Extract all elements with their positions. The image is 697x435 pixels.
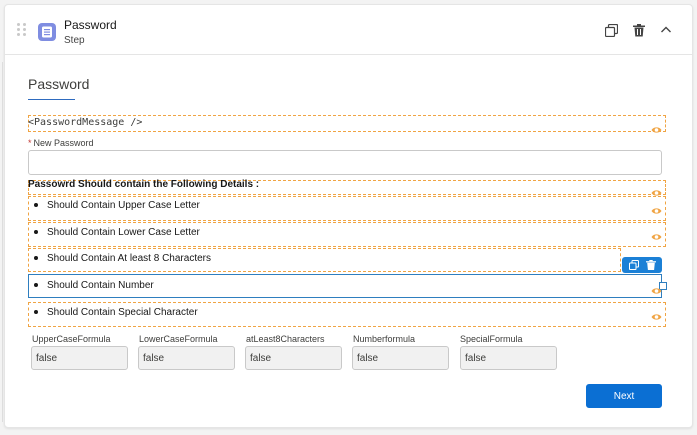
bullet-dot-icon	[34, 255, 38, 260]
bullet-dot-icon	[34, 229, 38, 234]
bullet-text: Should Contain Special Character	[47, 307, 198, 318]
formula-field-lowercase[interactable]	[138, 346, 235, 370]
bullet-special: Should Contain Special Character	[28, 307, 198, 318]
eye-icon[interactable]	[651, 207, 662, 215]
formula-field-length[interactable]	[245, 346, 342, 370]
required-marker: *	[28, 138, 32, 148]
trash-icon[interactable]	[633, 24, 647, 38]
trash-icon[interactable]	[646, 260, 656, 270]
new-password-label: * New Password	[28, 138, 94, 148]
formula-field-special[interactable]	[460, 346, 557, 370]
eye-icon[interactable]	[651, 313, 662, 321]
next-button[interactable]: Next	[586, 384, 662, 408]
bullet-upper-case: Should Contain Upper Case Letter	[28, 200, 200, 211]
bullet-number: Should Contain Number	[28, 280, 154, 291]
chevron-up-icon[interactable]	[660, 24, 674, 38]
details-heading: Passowrd Should contain the Following De…	[28, 179, 260, 190]
bullet-text: Should Contain At least 8 Characters	[47, 253, 211, 264]
step-subtitle: Step	[64, 35, 85, 46]
formula-field-number[interactable]	[352, 346, 449, 370]
copy-icon[interactable]	[629, 260, 639, 270]
step-title: Password	[64, 18, 117, 32]
formula-field-uppercase[interactable]	[31, 346, 128, 370]
formula-label-length: atLeast8Characters	[246, 334, 325, 344]
bullet-dot-icon	[34, 309, 38, 314]
formula-label-uppercase: UpperCaseFormula	[32, 334, 111, 344]
bullet-text: Should Contain Lower Case Letter	[47, 227, 200, 238]
eye-icon[interactable]	[651, 287, 662, 295]
list-icon	[38, 23, 56, 41]
component-toolbar	[622, 257, 662, 273]
section-title: Password	[28, 76, 90, 92]
copy-icon[interactable]	[605, 24, 619, 38]
bullet-lower-case: Should Contain Lower Case Letter	[28, 227, 200, 238]
bullet-dot-icon	[34, 202, 38, 207]
formula-label-lowercase: LowerCaseFormula	[139, 334, 218, 344]
drag-handle-icon[interactable]	[17, 23, 27, 39]
component-code-text: <PasswordMessage />	[28, 117, 143, 128]
eye-icon[interactable]	[651, 126, 662, 134]
bullet-length: Should Contain At least 8 Characters	[28, 253, 211, 264]
formula-label-special: SpecialFormula	[460, 334, 523, 344]
title-underline	[28, 99, 75, 100]
new-password-input[interactable]	[28, 150, 662, 175]
bullet-dot-icon	[34, 282, 38, 287]
bullet-text: Should Contain Upper Case Letter	[47, 200, 200, 211]
formula-label-number: Numberformula	[353, 334, 416, 344]
new-password-label-text: New Password	[33, 138, 94, 148]
bullet-text: Should Contain Number	[47, 280, 154, 291]
step-header: Password Step	[5, 5, 692, 55]
eye-icon[interactable]	[651, 233, 662, 241]
